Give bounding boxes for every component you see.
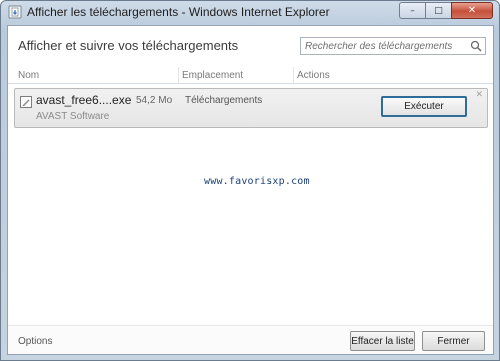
options-link[interactable]: Options: [18, 336, 52, 347]
file-name[interactable]: avast_free6....exe: [36, 93, 131, 107]
close-window-button[interactable]: ✕: [451, 2, 493, 19]
footer-bar: Options Effacer la liste Fermer: [8, 325, 493, 354]
file-publisher: AVAST Software: [36, 111, 110, 122]
title-bar[interactable]: Afficher les téléchargements - Windows I…: [1, 1, 499, 23]
download-item[interactable]: avast_free6....exe 54,2 Mo Téléchargemen…: [14, 88, 488, 128]
run-button[interactable]: Exécuter: [381, 96, 467, 117]
close-button[interactable]: Fermer: [422, 331, 485, 351]
downloads-window: Afficher les téléchargements - Windows I…: [0, 0, 500, 361]
watermark-text: www.favorisxp.com: [204, 176, 310, 187]
window-controls: – □ ✕: [399, 2, 493, 19]
search-input[interactable]: [301, 38, 465, 54]
column-location[interactable]: Emplacement: [182, 70, 243, 81]
clear-list-button[interactable]: Effacer la liste: [350, 331, 415, 351]
ie-icon: [8, 5, 22, 19]
file-size: 54,2 Mo: [136, 95, 173, 106]
minimize-button[interactable]: –: [399, 2, 425, 19]
maximize-button[interactable]: □: [425, 2, 451, 19]
column-divider: [293, 67, 294, 84]
dismiss-icon[interactable]: ✕: [475, 90, 483, 100]
search-box[interactable]: [300, 37, 486, 55]
column-name[interactable]: Nom: [18, 70, 39, 81]
search-icon[interactable]: [470, 40, 482, 52]
file-icon: [20, 96, 32, 108]
column-actions[interactable]: Actions: [297, 70, 330, 81]
window-title: Afficher les téléchargements - Windows I…: [27, 5, 330, 19]
file-location[interactable]: Téléchargements: [185, 95, 262, 106]
column-header: Nom Emplacement Actions: [8, 67, 493, 84]
maximize-icon: □: [434, 5, 443, 16]
minimize-icon: –: [410, 5, 415, 16]
page-title: Afficher et suivre vos téléchargements: [18, 38, 239, 53]
download-manager-panel: Afficher et suivre vos téléchargements N…: [7, 25, 494, 355]
close-icon: ✕: [467, 5, 477, 16]
column-divider: [178, 67, 179, 84]
